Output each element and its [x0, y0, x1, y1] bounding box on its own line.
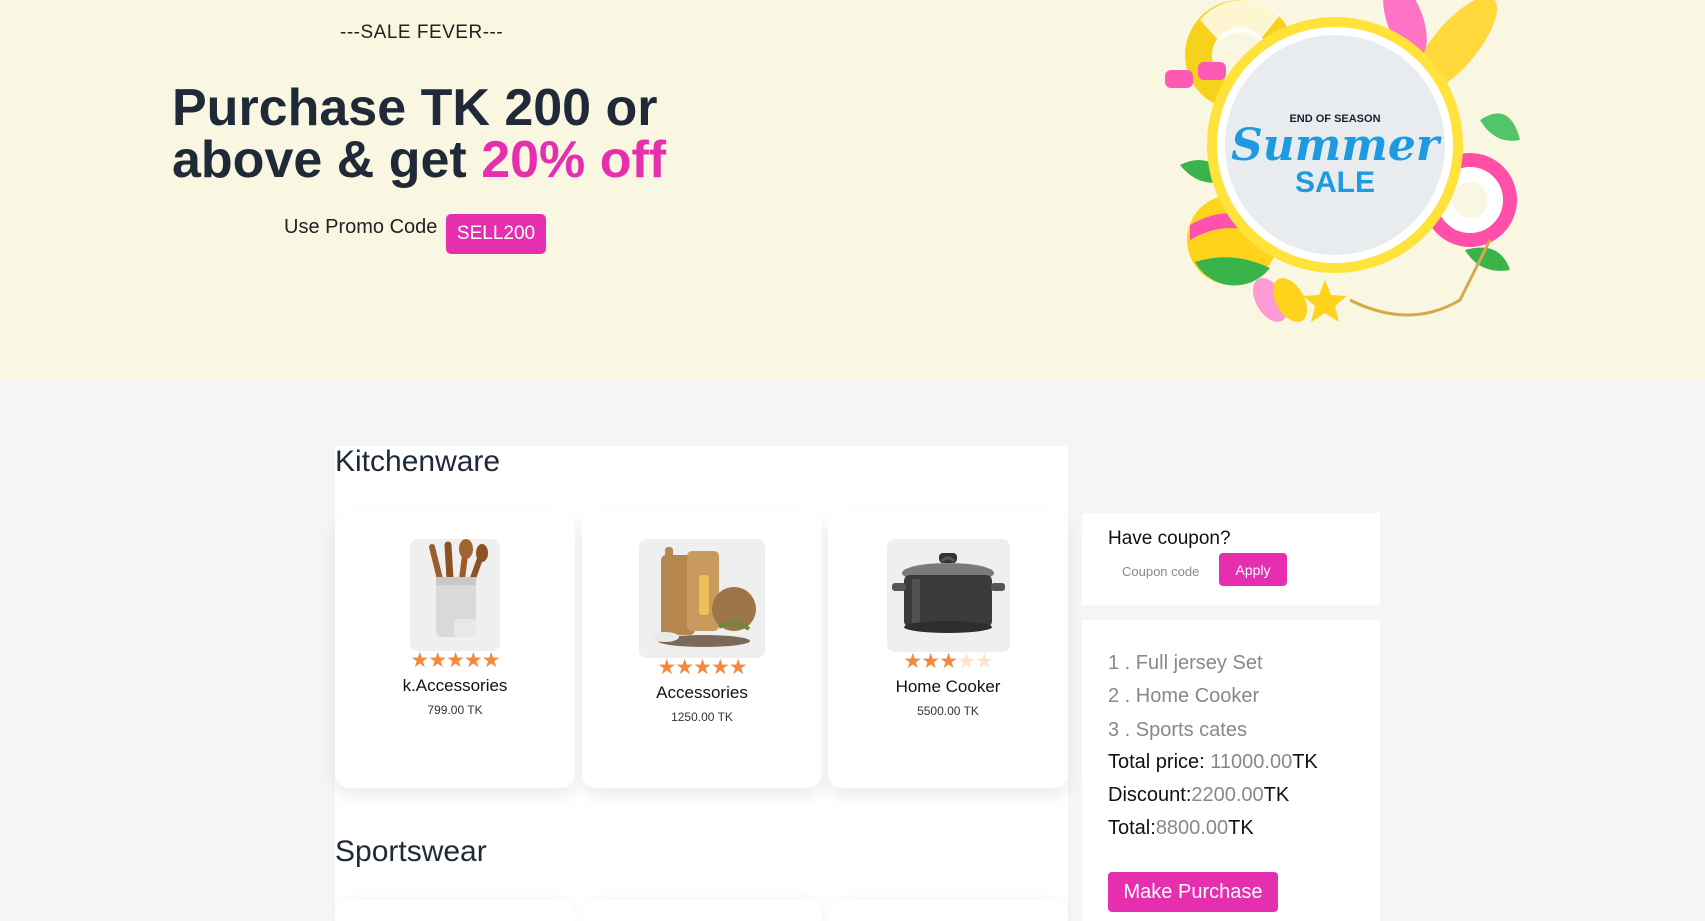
discount-value: 2200.00 — [1191, 784, 1264, 806]
product-card[interactable]: ★★★★★ k.Accessories 799.00 TK — [335, 512, 575, 788]
currency-label: TK — [1263, 784, 1290, 806]
total-price-value: 11000.00 — [1210, 751, 1293, 773]
cooking-pot-icon — [887, 539, 1010, 652]
cart-item: 2 . Home Cooker — [1108, 685, 1260, 707]
headline-prefix: above & get — [172, 131, 482, 189]
rating-stars: ★★★★★ — [903, 650, 993, 673]
cart-item: 3 . Sports cates — [1108, 719, 1247, 741]
product-price: 5500.00 TK — [917, 704, 979, 718]
cutting-board-icon — [639, 539, 765, 658]
product-name: k.Accessories — [402, 676, 508, 695]
total-price-line: Total price: 11000.00TK — [1108, 751, 1318, 774]
product-card-partial[interactable] — [335, 900, 575, 921]
product-price: 1250.00 TK — [671, 710, 733, 724]
rating-stars: ★★★★★ — [657, 656, 747, 679]
grand-total-line: Total:8800.00TK — [1108, 817, 1254, 840]
coupon-code-input[interactable] — [1108, 556, 1220, 586]
summer-sale-badge: END OF SEASON Summer SALE — [1165, 0, 1520, 322]
flipflop-icon — [1252, 278, 1308, 322]
utensil-holder-icon — [410, 539, 500, 651]
total-price-label: Total price: — [1108, 751, 1211, 773]
product-card-partial[interactable] — [582, 900, 822, 921]
discount-label: Discount: — [1108, 784, 1192, 806]
currency-label: TK — [1228, 817, 1254, 839]
discount-line: Discount:2200.00TK — [1108, 784, 1289, 807]
coupon-panel: Have coupon? Apply — [1082, 513, 1380, 605]
badge-script-text: Summer — [1231, 120, 1442, 171]
apply-coupon-button[interactable]: Apply — [1219, 553, 1287, 586]
product-name: Home Cooker — [895, 677, 1001, 696]
hero-banner: ---SALE FEVER--- Purchase TK 200 or abov… — [0, 0, 1705, 380]
headline-discount: 20% off — [481, 131, 667, 189]
headline-line-1: Purchase TK 200 or — [172, 79, 658, 137]
grand-total-label: Total: — [1108, 817, 1156, 839]
badge-bottom-text: SALE — [1295, 166, 1375, 199]
product-price: 799.00 TK — [427, 703, 483, 717]
rating-stars: ★★★★★ — [410, 649, 500, 672]
starfish-icon — [1303, 280, 1347, 322]
cart-item: 1 . Full jersey Set — [1108, 652, 1263, 674]
hero-headline: Purchase TK 200 or above & get 20% off — [172, 82, 666, 186]
section-title-kitchenware: Kitchenware — [335, 445, 501, 478]
product-card[interactable]: ★★★★★ Home Cooker 5500.00 TK — [828, 512, 1068, 788]
coupon-title: Have coupon? — [1108, 528, 1231, 549]
promo-label: Use Promo Code — [284, 216, 438, 238]
sale-tagline: ---SALE FEVER--- — [340, 22, 504, 43]
headline-line-2: above & get 20% off — [172, 134, 666, 186]
section-title-sportswear: Sportswear — [335, 835, 487, 868]
promo-code-badge: SELL200 — [446, 214, 546, 254]
grand-total-value: 8800.00 — [1155, 817, 1229, 839]
make-purchase-button[interactable]: Make Purchase — [1108, 872, 1278, 912]
currency-label: TK — [1292, 751, 1318, 773]
product-name: Accessories — [656, 683, 748, 702]
product-card-partial[interactable] — [828, 900, 1068, 921]
order-summary: 1 . Full jersey Set 2 . Home Cooker 3 . … — [1082, 620, 1380, 921]
product-card[interactable]: ★★★★★ Accessories 1250.00 TK — [582, 512, 822, 788]
